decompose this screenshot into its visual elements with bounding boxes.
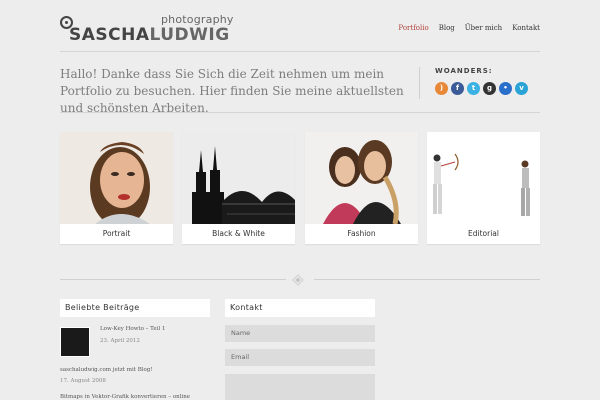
header-divider [60, 51, 540, 52]
nav-portfolio[interactable]: Portfolio [398, 24, 428, 32]
main-nav: Portfolio Blog Über mich Kontakt [398, 24, 540, 32]
gallery-caption: Black & White [212, 229, 265, 238]
gallery-card-fashion[interactable]: Fashion [305, 132, 418, 244]
social-links: WOANDERS: ) f t g • v [435, 67, 528, 95]
logo-last-name: LUDWIG [149, 25, 230, 45]
popular-posts-title: Beliebte Beiträge [60, 299, 210, 317]
intro-divider [419, 67, 420, 99]
intro-text: Hallo! Danke dass Sie Sich die Zeit nehm… [60, 67, 404, 115]
portfolio-gallery: Portrait Black & White Fashion Editorial [60, 132, 540, 244]
message-field[interactable] [225, 374, 375, 400]
nav-blog[interactable]: Blog [439, 24, 455, 32]
gallery-caption: Editorial [468, 229, 499, 238]
portrait-image [60, 132, 173, 224]
gallery-caption: Fashion [347, 229, 376, 238]
gallery-card-editorial[interactable]: Editorial [427, 132, 540, 244]
post-date: 23. April 2012 [100, 338, 140, 344]
rss-icon[interactable]: ) [435, 82, 448, 95]
site-header: photography SASCHALUDWIG Portfolio Blog … [60, 12, 540, 50]
contact-title: Kontakt [225, 299, 375, 317]
logo-first-name: SASCHA [69, 25, 150, 45]
flickr-icon[interactable]: • [499, 82, 512, 95]
post-title[interactable]: Low-Key Howto – Teil 1 [100, 326, 165, 332]
facebook-icon[interactable]: f [451, 82, 464, 95]
gallery-caption: Portrait [102, 229, 131, 238]
editorial-image [427, 132, 540, 224]
post-date: 17. August 2008 [60, 378, 106, 384]
gallery-card-black-white[interactable]: Black & White [182, 132, 295, 244]
fashion-image [305, 132, 418, 224]
ornament-line-left [60, 279, 286, 280]
vimeo-icon[interactable]: v [515, 82, 528, 95]
section-ornament [60, 274, 540, 286]
logo-wordmark: SASCHALUDWIG [69, 25, 230, 45]
site-logo[interactable]: photography SASCHALUDWIG [60, 12, 233, 45]
black-white-image [182, 132, 295, 224]
email-field[interactable]: Email [225, 349, 375, 366]
nav-ueber-mich[interactable]: Über mich [465, 24, 502, 32]
post-title[interactable]: saschaludwig.com jetzt mit Blog! [60, 367, 153, 373]
social-icon-row: ) f t g • v [435, 82, 528, 95]
twitter-icon[interactable]: t [467, 82, 480, 95]
gallery-card-portrait[interactable]: Portrait [60, 132, 173, 244]
social-title: WOANDERS: [435, 67, 493, 75]
post-thumbnail[interactable] [60, 327, 90, 357]
nav-kontakt[interactable]: Kontakt [512, 24, 540, 32]
post-title[interactable]: Bitmaps in Vektor-Grafik konvertieren – … [60, 394, 190, 400]
google-plus-icon[interactable]: g [483, 82, 496, 95]
name-field[interactable]: Name [225, 325, 375, 342]
ornament-line-right [314, 279, 540, 280]
intro-divider-bottom [60, 112, 540, 113]
